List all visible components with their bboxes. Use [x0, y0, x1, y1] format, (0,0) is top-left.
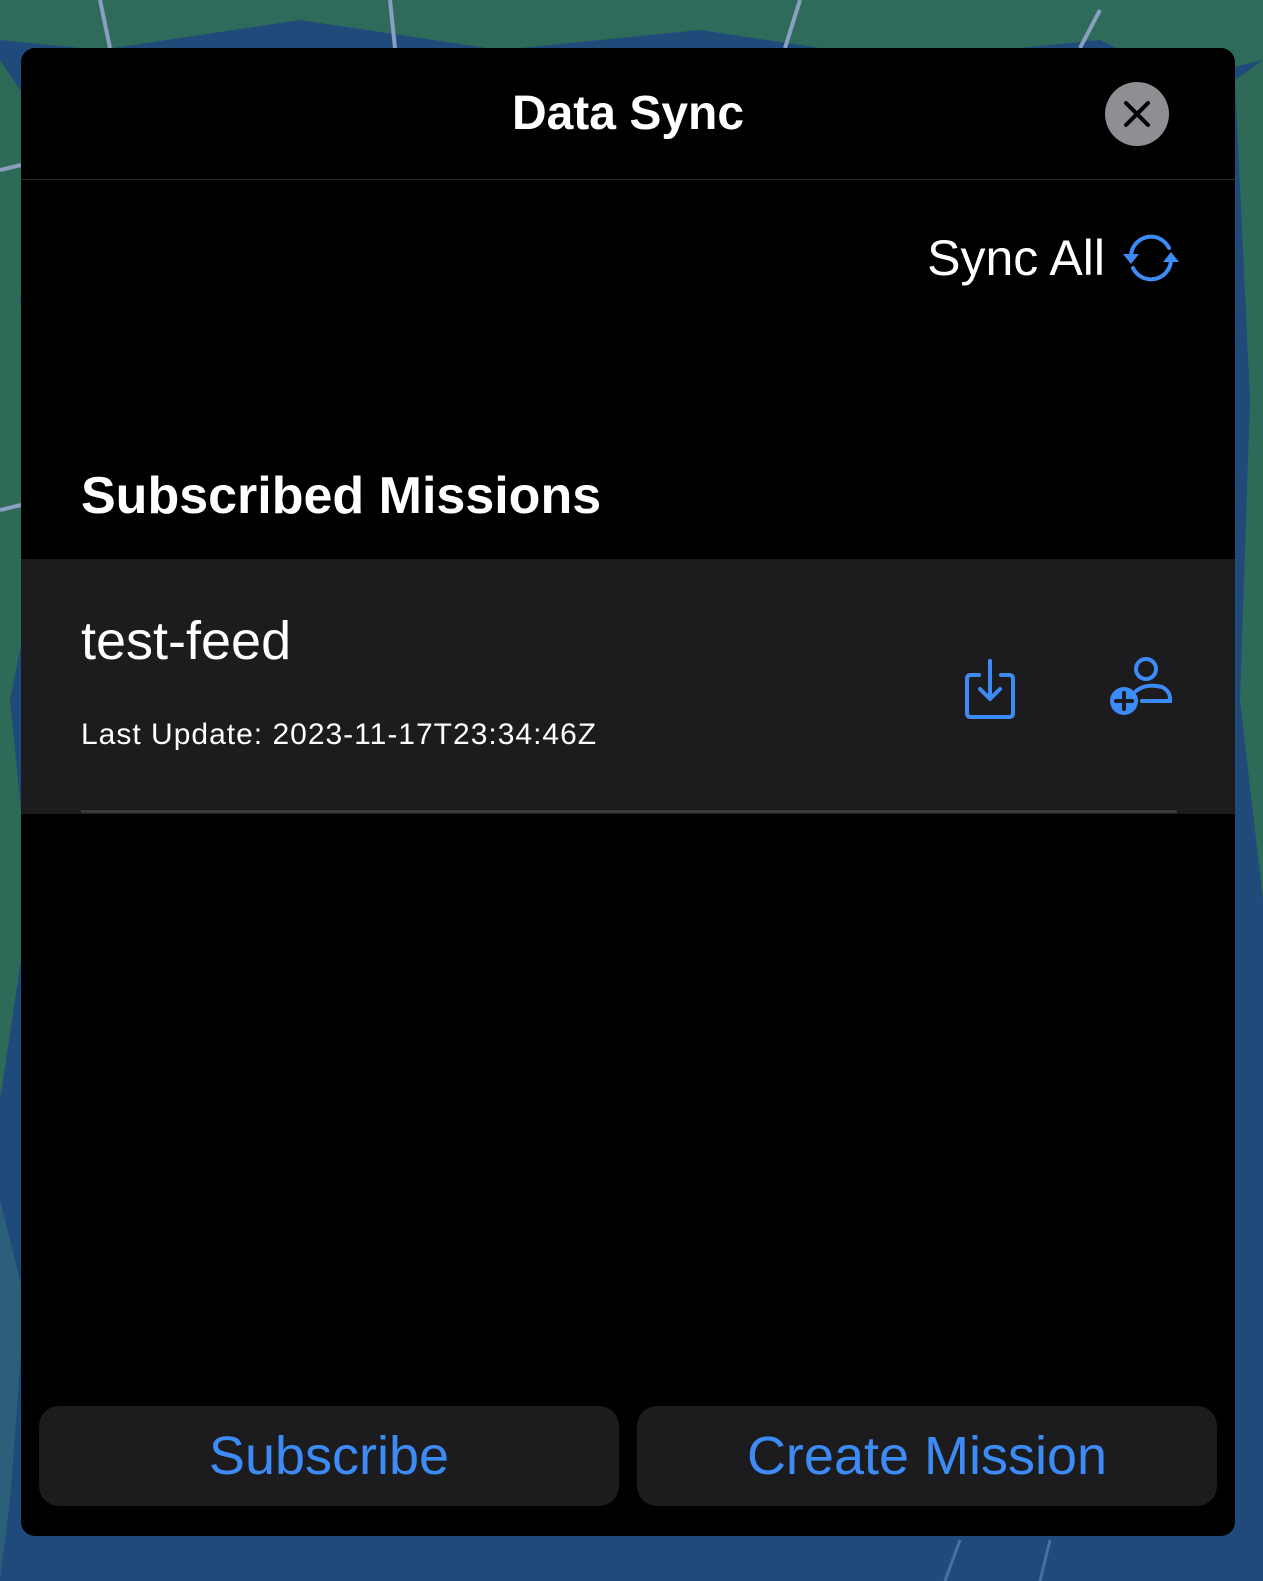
mission-last-update: Last Update: 2023-11-17T23:34:46Z [81, 718, 598, 751]
add-user-icon [1110, 657, 1172, 715]
close-icon [1124, 101, 1150, 127]
create-mission-button[interactable]: Create Mission [637, 1406, 1217, 1506]
sync-all-label: Sync All [927, 230, 1105, 286]
section-title: Subscribed Missions [81, 467, 602, 525]
row-divider [81, 810, 1177, 813]
mission-row[interactable]: test-feed Last Update: 2023-11-17T23:34:… [21, 559, 1235, 814]
modal-title: Data Sync [511, 87, 745, 140]
download-icon [965, 659, 1015, 719]
close-button[interactable] [1105, 82, 1169, 146]
add-user-button[interactable] [1106, 655, 1174, 719]
sync-icon [1123, 234, 1179, 282]
data-sync-modal: Data Sync Sync All Subscribed Missions t… [21, 48, 1235, 1536]
mission-name: test-feed [81, 611, 292, 671]
sync-all-button[interactable]: Sync All [921, 228, 1191, 288]
modal-header: Data Sync [21, 48, 1235, 180]
subscribe-button[interactable]: Subscribe [39, 1406, 619, 1506]
download-button[interactable] [961, 657, 1021, 721]
